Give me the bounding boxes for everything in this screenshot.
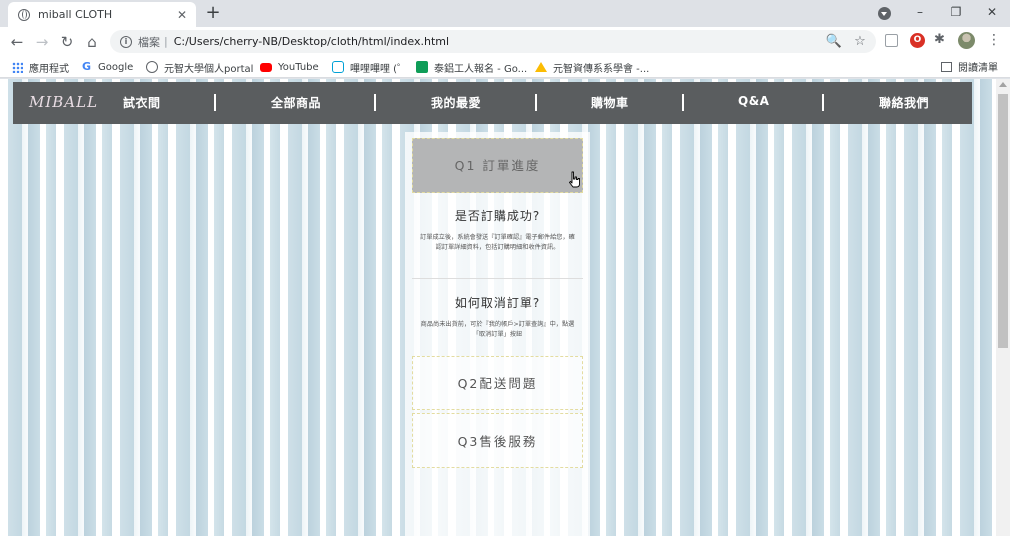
new-tab-button[interactable]: + [204, 3, 222, 23]
opera-extension-icon[interactable]: O [910, 33, 925, 48]
nav-fitting-room[interactable]: 試衣間 [123, 94, 161, 111]
bookmark-sheets[interactable]: 泰鋁工人報名 - Go... [416, 59, 527, 75]
address-separator: | [164, 35, 168, 48]
reading-list-label: 閱讀清單 [958, 63, 998, 74]
bookmark-label: 應用程式 [29, 63, 69, 75]
page-viewport: MIBALL 試衣間 全部商品 我的最愛 購物車 Q&A 聯絡我們 Q1 訂單進… [0, 79, 996, 536]
bookmark-label: 泰鋁工人報名 - Go... [434, 63, 528, 75]
browser-tab[interactable]: miball CLOTH ✕ [8, 2, 196, 27]
faq-q3-button[interactable]: Q3售後服務 [412, 413, 583, 468]
bookmark-label: 元智資傳系系學會 -... [553, 63, 650, 75]
back-button[interactable]: ← [7, 32, 27, 52]
puzzle-icon[interactable]: ✱ [934, 32, 945, 47]
minimize-button[interactable]: – [902, 0, 938, 26]
faq-item-title: 如何取消訂單? [454, 296, 541, 310]
bookmark-youtube[interactable]: YouTube [260, 59, 319, 75]
bookmark-drive[interactable]: 元智資傳系系學會 -... [535, 59, 649, 75]
nav-separator [822, 94, 824, 111]
browser-toolbar: ← → ↻ ⌂ i 檔案 | C:/Users/cherry-NB/Deskto… [0, 27, 1010, 56]
nav-separator [214, 94, 216, 111]
bilibili-tv-icon [332, 61, 344, 73]
bookmark-label: YouTube [278, 61, 319, 73]
nav-cart[interactable]: 購物車 [591, 94, 629, 111]
bookmark-label: 元智大學個人portal [164, 63, 254, 75]
scrollbar-thumb[interactable] [998, 94, 1008, 348]
apps-grid-icon [12, 61, 23, 73]
faq-q2-button[interactable]: Q2配送問題 [412, 356, 583, 410]
close-tab-icon[interactable]: ✕ [174, 8, 190, 22]
google-g-icon: G [82, 60, 92, 73]
scroll-up-icon[interactable] [999, 82, 1007, 87]
youtube-icon [260, 62, 272, 72]
faq-item: 如何取消訂單? 商品尚未出貨前，可於『我的帳戶>訂單查詢』中，點選「取消訂單」按… [412, 294, 583, 340]
nav-qa[interactable]: Q&A [738, 94, 769, 108]
extension-box-icon[interactable] [885, 34, 898, 47]
url-text[interactable]: C:/Users/cherry-NB/Desktop/cloth/html/in… [174, 35, 449, 48]
tab-title: miball CLOTH [38, 8, 113, 21]
bookmark-google[interactable]: G Google [82, 59, 133, 75]
sheets-icon [416, 61, 428, 73]
scheme-label: 檔案 [138, 35, 160, 49]
close-window-button[interactable]: ✕ [974, 0, 1010, 26]
tab-strip: miball CLOTH ✕ + – ❐ ✕ [0, 0, 1010, 27]
faq-divider [412, 278, 583, 279]
menu-kebab-icon[interactable]: ⋮ [987, 32, 1001, 48]
faq-item-text: 商品尚未出貨前，可於『我的帳戶>訂單查詢』中，點選「取消訂單」按鈕 [420, 321, 575, 338]
site-logo[interactable]: MIBALL [29, 93, 98, 111]
bookmark-yzu-portal[interactable]: 元智大學個人portal [146, 59, 253, 75]
bookmark-bilibili[interactable]: 嗶哩嗶哩 (゜ [332, 59, 407, 75]
home-button[interactable]: ⌂ [82, 32, 102, 52]
faq-item: 是否訂購成功? 訂單成立後，系統會發送『訂單確認』電子郵件給您，確認訂單詳細資料… [412, 207, 583, 253]
restore-button[interactable]: ❐ [938, 0, 974, 26]
bookmarks-bar: 應用程式 G Google 元智大學個人portal YouTube 嗶哩嗶哩 … [0, 56, 1010, 78]
globe-icon [146, 61, 158, 73]
address-bar[interactable]: i 檔案 | C:/Users/cherry-NB/Desktop/cloth/… [110, 30, 876, 53]
bookmark-label: Google [98, 61, 134, 73]
nav-separator [682, 94, 684, 111]
reload-button[interactable]: ↻ [57, 32, 77, 52]
zoom-icon[interactable]: 🔍 [824, 32, 844, 52]
reading-list-button[interactable]: 閱讀清單 [941, 59, 998, 74]
nav-separator [374, 94, 376, 111]
faq-item-title: 是否訂購成功? [454, 209, 541, 223]
faq-panel: Q1 訂單進度 是否訂購成功? 訂單成立後，系統會發送『訂單確認』電子郵件給您，… [405, 132, 590, 536]
bookmark-apps[interactable]: 應用程式 [12, 59, 69, 75]
faq-q1-button[interactable]: Q1 訂單進度 [412, 138, 583, 193]
nav-separator [535, 94, 537, 111]
page-scrollbar[interactable] [996, 79, 1010, 536]
nav-all-products[interactable]: 全部商品 [271, 94, 321, 111]
nav-favorites[interactable]: 我的最愛 [431, 94, 481, 111]
info-icon[interactable]: i [120, 35, 132, 48]
faq-item-text: 訂單成立後，系統會發送『訂單確認』電子郵件給您，確認訂單詳細資料，包括訂購明細和… [420, 234, 575, 251]
hand-cursor-icon [569, 171, 580, 188]
forward-button[interactable]: → [32, 32, 52, 52]
globe-icon [18, 8, 30, 21]
nav-contact[interactable]: 聯絡我們 [879, 94, 929, 111]
tab-search-icon[interactable] [878, 7, 891, 20]
drive-icon [535, 62, 547, 72]
profile-avatar[interactable] [958, 32, 975, 49]
bookmark-star-icon[interactable]: ☆ [850, 32, 870, 52]
bookmark-label: 嗶哩嗶哩 (゜ [350, 63, 408, 75]
reading-list-icon [941, 61, 952, 72]
site-navbar: MIBALL 試衣間 全部商品 我的最愛 購物車 Q&A 聯絡我們 [13, 82, 972, 124]
